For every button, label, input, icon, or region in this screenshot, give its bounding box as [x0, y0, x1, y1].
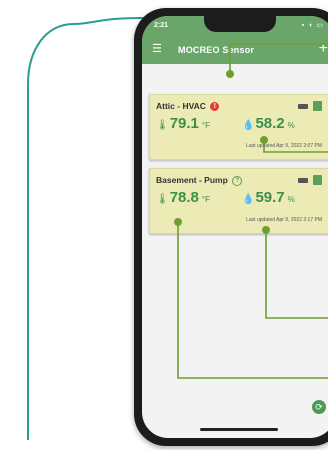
- temperature-reading: 🌡78.8 °F: [156, 189, 210, 207]
- sensor-card-basement[interactable]: Basement - Pump ? 🌡78.8 °F 💧59.7% Last up…: [149, 168, 328, 234]
- help-icon[interactable]: ?: [232, 175, 243, 186]
- battery-icon: [298, 104, 308, 109]
- menu-icon[interactable]: ☰: [152, 44, 162, 55]
- thermometer-icon: 🌡: [156, 120, 169, 131]
- humidity-unit: %: [287, 121, 295, 130]
- phone-frame: 2:21 ▪ ◖ ▭ ☰ MOCREO Sensor + Attic - HVA…: [134, 8, 328, 446]
- status-time: 2:21: [154, 22, 169, 29]
- droplet-icon: 💧: [242, 120, 255, 131]
- temperature-unit: °F: [201, 195, 210, 204]
- temperature-value: 79.1: [169, 115, 199, 132]
- humidity-reading: 💧58.2%: [242, 115, 295, 133]
- sensor-name: Attic - HVAC !: [156, 101, 220, 112]
- thermometer-icon: 🌡: [156, 194, 169, 205]
- humidity-reading: 💧59.7%: [242, 189, 295, 207]
- home-indicator: [200, 428, 278, 431]
- system-status-icons: ▪ ◖ ▭: [301, 22, 324, 29]
- temperature-value: 78.8: [169, 189, 199, 206]
- temperature-reading: 🌡79.1 °F: [156, 115, 210, 133]
- droplet-icon: 💧: [242, 194, 255, 205]
- signal-icon: [313, 101, 322, 111]
- phone-screen: 2:21 ▪ ◖ ▭ ☰ MOCREO Sensor + Attic - HVA…: [142, 16, 328, 438]
- humidity-unit: %: [287, 195, 295, 204]
- sensor-name-text: Attic - HVAC: [156, 101, 206, 111]
- sensor-card-attic[interactable]: Attic - HVAC ! 🌡79.1 °F 💧58.2% Last updat…: [149, 94, 328, 160]
- sensor-name: Basement - Pump ?: [156, 175, 243, 186]
- last-updated: Last updated Apr 9, 2022 2:17 PM: [246, 217, 322, 223]
- humidity-value: 58.2: [255, 115, 285, 132]
- plus-icon[interactable]: +: [319, 40, 328, 58]
- battery-icon: [298, 178, 308, 183]
- refresh-button[interactable]: ⟳: [312, 400, 326, 414]
- sensor-name-text: Basement - Pump: [156, 175, 228, 185]
- last-updated: Last updated Apr 9, 2022 2:07 PM: [246, 143, 322, 149]
- humidity-value: 59.7: [255, 189, 285, 206]
- temperature-unit: °F: [201, 121, 210, 130]
- app-bar: ☰ MOCREO Sensor +: [142, 36, 328, 64]
- signal-icon: [313, 175, 322, 185]
- app-title: MOCREO Sensor: [178, 45, 255, 55]
- alert-icon[interactable]: !: [210, 102, 220, 112]
- phone-notch: [204, 16, 276, 32]
